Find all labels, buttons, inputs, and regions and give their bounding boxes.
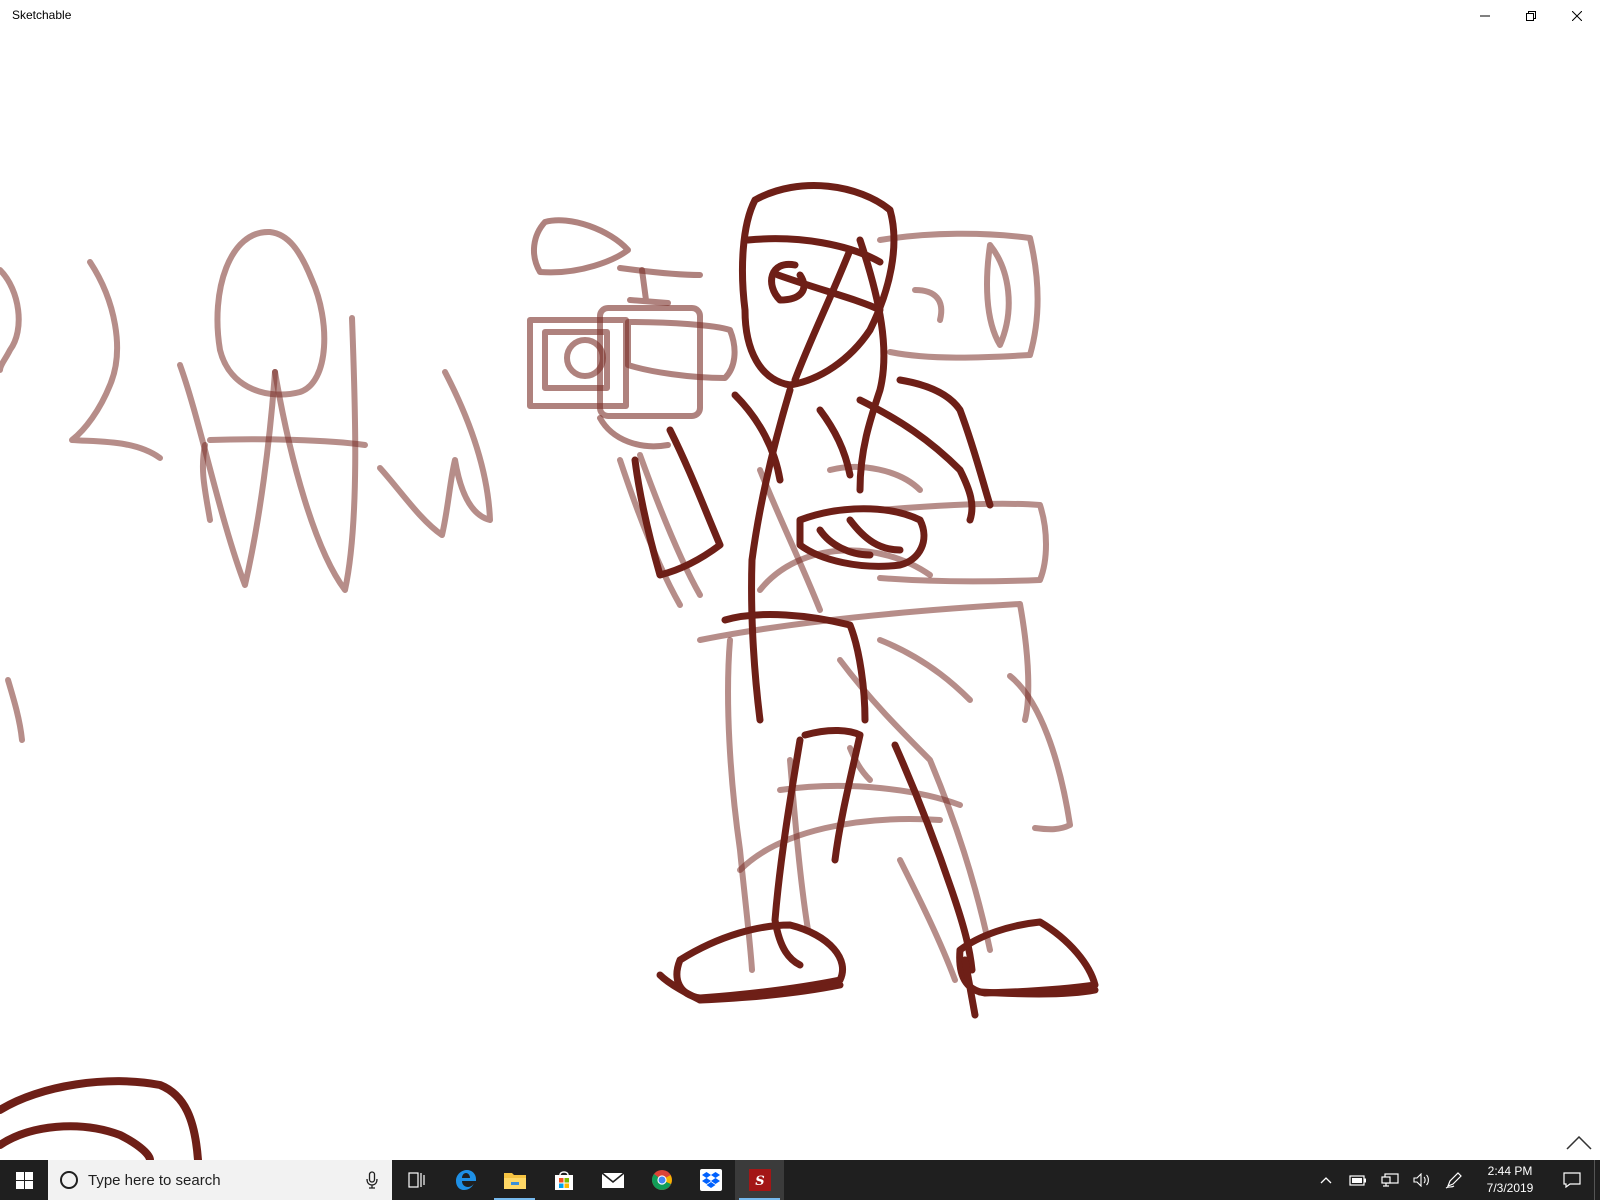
network-icon <box>1381 1173 1399 1187</box>
pen-icon <box>1445 1172 1462 1189</box>
show-desktop-button[interactable] <box>1594 1160 1600 1200</box>
tray-pen-workspace[interactable] <box>1438 1160 1470 1200</box>
mail-icon <box>600 1172 625 1188</box>
figure-outline <box>631 182 1099 1019</box>
close-button[interactable] <box>1554 0 1600 32</box>
expand-toolbar-button[interactable] <box>1564 1132 1594 1154</box>
windows-logo-icon <box>15 1171 33 1189</box>
close-icon <box>1572 11 1582 21</box>
clock-date: 7/3/2019 <box>1486 1181 1534 1195</box>
figure-strokes <box>617 230 1073 983</box>
taskbar-store[interactable] <box>539 1160 588 1200</box>
taskbar-edge[interactable] <box>441 1160 490 1200</box>
system-tray: 2:44 PM 7/3/2019 <box>1310 1160 1600 1200</box>
window-controls <box>1462 0 1600 32</box>
window-title: Sketchable <box>12 8 72 22</box>
store-bag-icon <box>554 1171 573 1190</box>
restore-button[interactable] <box>1508 0 1554 32</box>
restore-icon <box>1526 11 1536 21</box>
title-bar: Sketchable <box>0 0 1600 32</box>
taskbar-mail[interactable] <box>588 1160 637 1200</box>
action-center-icon <box>1563 1172 1581 1188</box>
task-view-icon <box>407 1172 425 1188</box>
taskbar-task-view[interactable] <box>392 1160 441 1200</box>
sketchable-icon: S <box>748 1169 771 1191</box>
cortana-circle-icon <box>60 1171 78 1189</box>
tray-network[interactable] <box>1374 1160 1406 1200</box>
minimize-icon <box>1480 15 1490 17</box>
dropbox-icon <box>699 1169 722 1191</box>
drawing-canvas[interactable] <box>0 32 1600 1160</box>
chevron-up-icon <box>1566 1136 1592 1150</box>
tray-overflow-button[interactable] <box>1310 1160 1342 1200</box>
camera-sketch <box>527 217 738 450</box>
windows-taskbar: S <box>0 1160 1600 1200</box>
taskbar-search-box[interactable] <box>48 1160 392 1200</box>
tray-battery[interactable] <box>1342 1160 1374 1200</box>
start-button[interactable] <box>0 1160 48 1200</box>
chevron-up-icon <box>1320 1177 1332 1184</box>
taskbar-sketchable[interactable]: S <box>735 1160 784 1200</box>
search-input[interactable] <box>88 1171 348 1189</box>
edge-icon <box>455 1170 476 1190</box>
sketchable-window: Sketchable Type here to search S 2:44 PM… <box>0 0 1600 1200</box>
tray-volume[interactable] <box>1406 1160 1438 1200</box>
taskbar-file-explorer[interactable] <box>490 1160 539 1200</box>
volume-icon <box>1413 1173 1429 1187</box>
microphone-icon[interactable] <box>366 1171 378 1189</box>
clock-time: 2:44 PM <box>1487 1164 1533 1178</box>
minimize-button[interactable] <box>1462 0 1508 32</box>
action-center-button[interactable] <box>1550 1160 1594 1200</box>
taskbar-clock[interactable]: 2:44 PM 7/3/2019 <box>1470 1160 1550 1200</box>
letter-strokes <box>0 228 493 743</box>
folder-icon <box>503 1173 526 1189</box>
taskbar-chrome[interactable] <box>637 1160 686 1200</box>
partial-shape <box>0 1077 202 1160</box>
taskbar-dropbox[interactable] <box>686 1160 735 1200</box>
sketch-strokes <box>0 182 1099 1160</box>
svg-text:S: S <box>755 1174 764 1189</box>
chrome-icon <box>651 1170 672 1190</box>
battery-icon <box>1349 1175 1366 1186</box>
